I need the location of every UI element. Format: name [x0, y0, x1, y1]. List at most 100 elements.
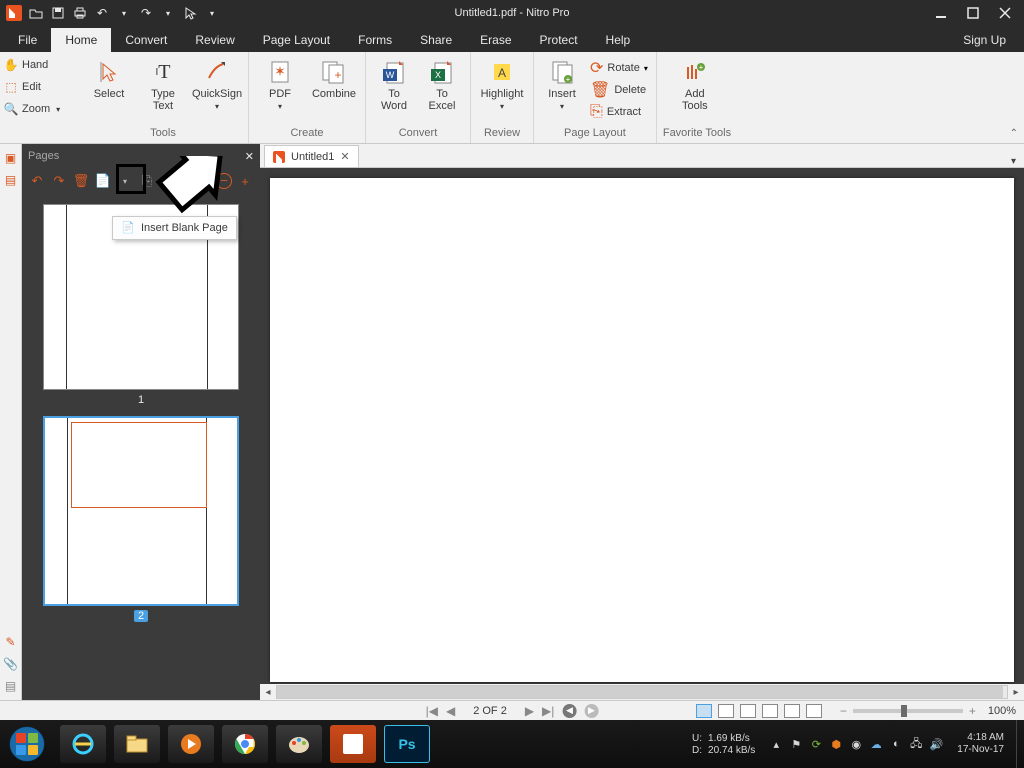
undo-menu-icon[interactable]: ▾: [116, 5, 132, 21]
select-button[interactable]: Select: [84, 54, 134, 100]
first-page-icon[interactable]: |◀: [426, 704, 438, 718]
pages-panel-close[interactable]: ✕: [245, 150, 254, 163]
doc-tab-close[interactable]: ✕: [340, 150, 349, 163]
quicksign-button[interactable]: QuickSign▾: [192, 54, 242, 113]
zoom-out-icon[interactable]: −: [840, 704, 847, 718]
open-icon[interactable]: [28, 5, 44, 21]
tab-forms[interactable]: Forms: [344, 28, 406, 52]
document-tab[interactable]: Untitled1 ✕: [264, 145, 359, 167]
tab-page-layout[interactable]: Page Layout: [249, 28, 344, 52]
zoom-out-thumbs-icon[interactable]: −: [216, 173, 232, 189]
tray-volume-icon[interactable]: 🔊: [929, 737, 943, 751]
to-excel-button[interactable]: XTo Excel: [420, 54, 464, 112]
document-viewport[interactable]: [260, 168, 1024, 684]
tab-help[interactable]: Help: [592, 28, 645, 52]
chrome-icon[interactable]: [222, 725, 268, 763]
tray-disc-icon[interactable]: ◉: [849, 737, 863, 751]
start-button[interactable]: [0, 720, 54, 768]
nitro-taskbar-icon[interactable]: [330, 725, 376, 763]
edit-tool[interactable]: ⬚Edit: [4, 78, 74, 96]
mediaplayer-icon[interactable]: [168, 725, 214, 763]
tab-file[interactable]: File: [4, 28, 51, 52]
tab-protect[interactable]: Protect: [526, 28, 592, 52]
nav-back-icon[interactable]: ◀: [562, 704, 576, 718]
print-icon[interactable]: [72, 5, 88, 21]
cursor-icon[interactable]: [182, 5, 198, 21]
svg-text:+: +: [334, 68, 341, 82]
insert-page-icon[interactable]: 📄: [94, 172, 112, 190]
tray-flag-icon[interactable]: ⚑: [789, 737, 803, 751]
tray-network-icon[interactable]: 🖧: [909, 737, 923, 751]
rotate-ccw-icon[interactable]: ↶: [28, 172, 46, 190]
page-navigation: |◀ ◀ 2 OF 2 ▶ ▶| ◀ ▶: [426, 704, 599, 718]
horizontal-scrollbar[interactable]: ◂ ▸: [260, 684, 1024, 700]
tab-erase[interactable]: Erase: [466, 28, 525, 52]
view-fit-page-icon[interactable]: [806, 704, 822, 718]
close-button[interactable]: [998, 6, 1012, 20]
tray-clock[interactable]: 4:18 AM 17-Nov-17: [949, 732, 1012, 756]
to-word-button[interactable]: WTo Word: [372, 54, 416, 112]
add-tools-button[interactable]: +Add Tools: [663, 54, 727, 112]
view-single-icon[interactable]: [696, 704, 712, 718]
last-page-icon[interactable]: ▶|: [542, 704, 554, 718]
maximize-button[interactable]: [966, 6, 980, 20]
insert-button[interactable]: +Insert▾: [540, 54, 584, 113]
redo-icon[interactable]: ↷: [138, 5, 154, 21]
hand-tool[interactable]: ✋Hand: [4, 56, 74, 74]
tray-sync-icon[interactable]: ⟳: [809, 737, 823, 751]
insert-page-menu-icon[interactable]: ▾: [116, 172, 134, 190]
scroll-left-icon[interactable]: ◂: [260, 687, 276, 698]
ie-icon[interactable]: [60, 725, 106, 763]
delete-page-icon[interactable]: 🗑: [72, 172, 90, 190]
doc-tab-icon: [273, 151, 285, 163]
sign-rail-icon[interactable]: ✎: [3, 634, 19, 650]
tooltip-page-icon: 📄: [121, 221, 135, 235]
save-icon[interactable]: [50, 5, 66, 21]
view-facing-icon[interactable]: [740, 704, 756, 718]
extract-page-icon[interactable]: ⎘: [138, 172, 156, 190]
show-desktop-button[interactable]: [1016, 720, 1024, 768]
page-thumbnail-2[interactable]: [43, 416, 239, 606]
zoom-in-icon[interactable]: +: [969, 704, 976, 718]
tab-signup[interactable]: Sign Up: [949, 28, 1020, 52]
rotate-button[interactable]: ⟳Rotate▾: [588, 58, 650, 78]
tab-share[interactable]: Share: [406, 28, 466, 52]
scroll-right-icon[interactable]: ▸: [1008, 687, 1024, 698]
type-text-button[interactable]: ITType Text: [138, 54, 188, 112]
prev-page-icon[interactable]: ◀: [446, 704, 455, 718]
list-rail-icon[interactable]: ▤: [3, 678, 19, 694]
zoom-tool[interactable]: 🔍Zoom▾: [4, 100, 74, 118]
bookmarks-rail-icon[interactable]: ▤: [3, 172, 19, 188]
pages-rail-icon[interactable]: ▣: [3, 150, 19, 166]
tab-home[interactable]: Home: [51, 28, 111, 52]
cursor-menu-icon[interactable]: ▾: [204, 5, 220, 21]
redo-menu-icon[interactable]: ▾: [160, 5, 176, 21]
delete-button[interactable]: 🗑Delete: [588, 80, 650, 100]
zoom-slider[interactable]: [853, 709, 963, 713]
minimize-button[interactable]: [934, 6, 948, 20]
photoshop-icon[interactable]: Ps: [384, 725, 430, 763]
extract-button[interactable]: ⎘Extract: [588, 102, 650, 122]
paint-icon[interactable]: [276, 725, 322, 763]
tray-overflow-icon[interactable]: ▴: [769, 737, 783, 751]
view-facing-cont-icon[interactable]: [762, 704, 778, 718]
rotate-cw-icon[interactable]: ↷: [50, 172, 68, 190]
explorer-icon[interactable]: [114, 725, 160, 763]
undo-icon[interactable]: ↶: [94, 5, 110, 21]
view-continuous-icon[interactable]: [718, 704, 734, 718]
tray-chrome-icon[interactable]: ◐: [889, 737, 903, 751]
zoom-in-thumbs-icon[interactable]: +: [236, 172, 254, 190]
next-page-icon[interactable]: ▶: [525, 704, 534, 718]
tab-convert[interactable]: Convert: [111, 28, 181, 52]
view-fit-width-icon[interactable]: [784, 704, 800, 718]
tray-cloud-icon[interactable]: ☁: [869, 737, 883, 751]
nav-forward-icon[interactable]: ▶: [584, 704, 598, 718]
highlight-button[interactable]: AHighlight▾: [477, 54, 527, 113]
pdf-button[interactable]: ✶PDF▾: [255, 54, 305, 113]
collapse-ribbon-icon[interactable]: ⌃: [1010, 128, 1018, 139]
attach-rail-icon[interactable]: 📎: [3, 656, 19, 672]
tab-review[interactable]: Review: [181, 28, 248, 52]
doc-tabs-menu[interactable]: ▾: [1003, 156, 1024, 167]
tray-shield-icon[interactable]: ⬢: [829, 737, 843, 751]
combine-button[interactable]: +Combine: [309, 54, 359, 100]
